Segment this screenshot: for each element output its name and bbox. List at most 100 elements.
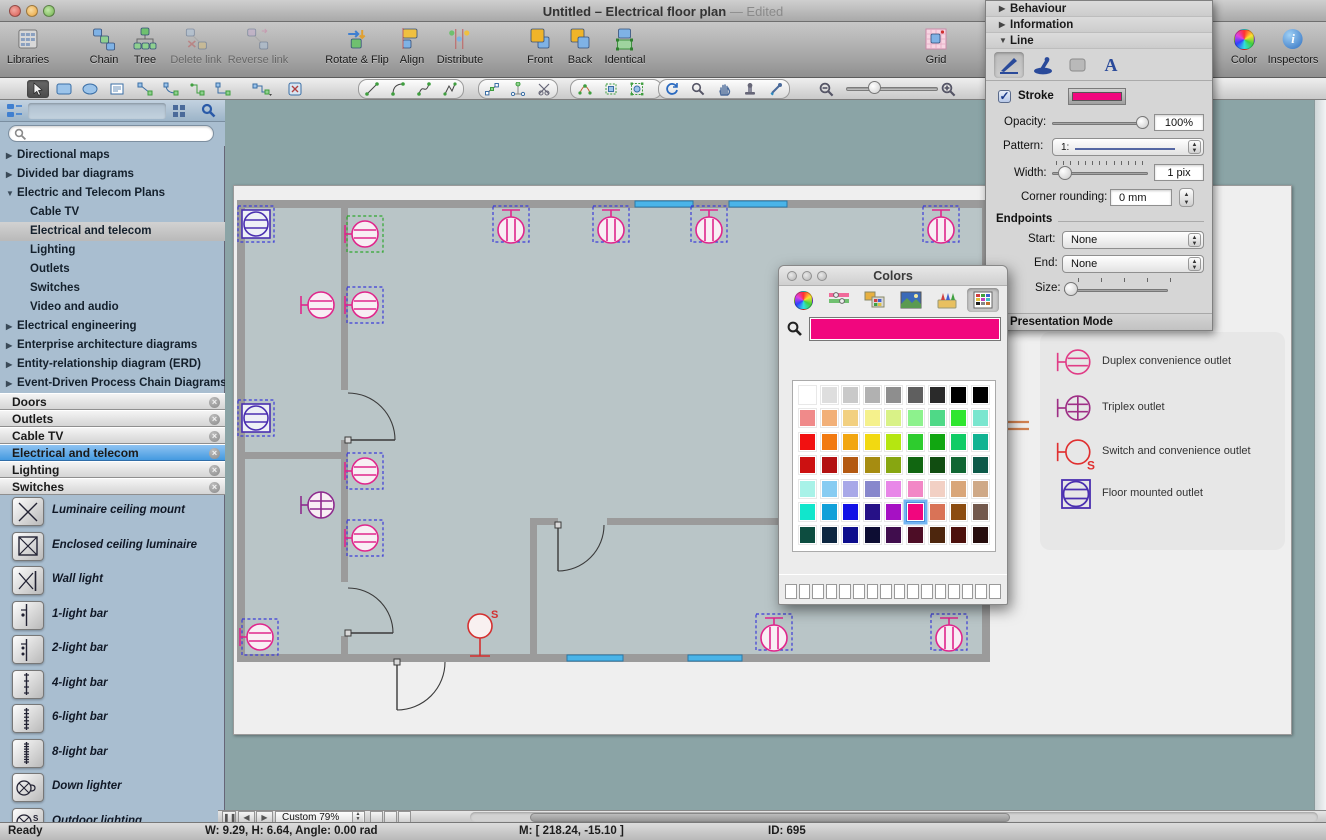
color-swatch-4d260d[interactable]	[928, 525, 947, 545]
size-slider[interactable]	[1064, 289, 1168, 292]
color-swatch-c9c9c9[interactable]	[841, 385, 860, 405]
plan-symbol-floor[interactable]	[238, 400, 274, 436]
color-swatch-f2d0c4[interactable]	[928, 479, 947, 499]
library-section-lighting[interactable]: Lighting×	[0, 461, 225, 478]
collapse-triangle-icon[interactable]: ▶	[6, 317, 17, 336]
tool-chain-connector[interactable]	[251, 80, 273, 98]
toolbar-button-rotate-flip[interactable]: Rotate & Flip	[325, 26, 389, 66]
corner-rounding-field[interactable]: 0 mm	[1110, 189, 1172, 206]
tool-pan[interactable]	[713, 80, 735, 98]
tool-direct-connector[interactable]	[134, 80, 156, 98]
wall[interactable]	[530, 518, 558, 525]
presentation-mode-bar[interactable]: ▶ Presentation Mode	[986, 313, 1212, 330]
color-swatch-f2d080[interactable]	[841, 408, 860, 428]
color-swatch-b35911[interactable]	[841, 455, 860, 475]
library-tree-item-video-and-audio[interactable]: Video and audio	[0, 298, 225, 317]
pattern-stepper[interactable]: ▲▼	[1188, 140, 1201, 154]
tool-select-group[interactable]	[626, 80, 648, 98]
color-swatch-261187[interactable]	[863, 502, 882, 522]
recent-color-cell[interactable]	[975, 584, 987, 599]
collapse-triangle-icon[interactable]: ▶	[6, 355, 17, 374]
window[interactable]	[635, 201, 693, 207]
magnifier-icon[interactable]	[787, 321, 803, 337]
corner-rounding-stepper[interactable]: ▲▼	[1179, 188, 1194, 207]
window[interactable]	[729, 201, 787, 207]
bar-8-icon[interactable]	[12, 739, 44, 768]
library-tree-item-entity-relationship-diagram-erd-[interactable]: ▶Entity-relationship diagram (ERD)	[0, 355, 225, 374]
color-swatch-000000[interactable]	[949, 385, 968, 405]
horizontal-scrollbar[interactable]	[470, 812, 1318, 822]
color-swatch-116611[interactable]	[906, 455, 925, 475]
color-swatch-cfa987[interactable]	[971, 479, 990, 499]
tool-bezier[interactable]	[413, 80, 435, 98]
library-symbol-8-light-bar[interactable]: 8-light bar	[0, 737, 225, 772]
tree-view-icon[interactable]	[6, 103, 24, 119]
inspector-section-information[interactable]: ▶ Information	[986, 17, 1212, 33]
color-swatch-e887e8[interactable]	[884, 479, 903, 499]
colors-dialog-titlebar[interactable]: Colors	[779, 266, 1007, 286]
wall[interactable]	[237, 452, 341, 459]
stroke-checkbox[interactable]: ✓	[998, 90, 1011, 103]
color-swatch-8787cc[interactable]	[863, 479, 882, 499]
color-swatch-a68c11[interactable]	[863, 455, 882, 475]
library-tree-item-electrical-and-telecom[interactable]: Electrical and telecom	[0, 222, 225, 241]
library-symbol-6-light-bar[interactable]: 6-light bar	[0, 702, 225, 737]
color-swatch-dedede[interactable]	[820, 385, 839, 405]
color-swatch-d9f287[interactable]	[884, 408, 903, 428]
color-swatch-400d4d[interactable]	[884, 525, 903, 545]
recent-color-cell[interactable]	[812, 584, 824, 599]
down-lighter-icon[interactable]	[12, 773, 44, 802]
library-tree-item-electrical-engineering[interactable]: ▶Electrical engineering	[0, 317, 225, 336]
color-swatch-87a611[interactable]	[884, 455, 903, 475]
color-swatch-73594d[interactable]	[971, 502, 990, 522]
recent-color-cell[interactable]	[948, 584, 960, 599]
toolbar-button-libraries[interactable]: Libraries	[7, 26, 49, 66]
tool-zoom-in[interactable]	[937, 80, 959, 98]
zoom-stepper[interactable]: ▲▼	[352, 812, 363, 822]
recent-color-cell[interactable]	[921, 584, 933, 599]
color-swatch-4fd987[interactable]	[928, 408, 947, 428]
recent-color-cell[interactable]	[894, 584, 906, 599]
color-swatch-4d0d26[interactable]	[906, 525, 925, 545]
recent-color-cell[interactable]	[839, 584, 851, 599]
library-section-outlets[interactable]: Outlets×	[0, 410, 225, 427]
color-swatch-ffffff[interactable]	[798, 385, 817, 405]
window[interactable]	[567, 655, 623, 661]
recent-color-cell[interactable]	[826, 584, 838, 599]
search-icon[interactable]	[201, 103, 216, 118]
color-swatch-7ae6cf[interactable]	[971, 408, 990, 428]
library-symbol-1-light-bar[interactable]: 1-light bar	[0, 599, 225, 634]
close-section-icon[interactable]: ×	[209, 465, 220, 476]
horizontal-scrollbar-thumb[interactable]	[530, 813, 1010, 822]
color-swatch-0d2640[interactable]	[820, 525, 839, 545]
outdoor-lighting-icon[interactable]: S	[12, 808, 44, 823]
selected-color-swatch[interactable]	[809, 317, 1001, 341]
tool-zoom-tool[interactable]	[687, 80, 709, 98]
recent-color-cell[interactable]	[867, 584, 879, 599]
color-swatch-b31111[interactable]	[820, 455, 839, 475]
library-symbol-4-light-bar[interactable]: 4-light bar	[0, 668, 225, 703]
library-section-doors[interactable]: Doors×	[0, 393, 225, 410]
color-swatch-f2d911[interactable]	[863, 432, 882, 452]
text-tool-button[interactable]: A	[1096, 52, 1126, 78]
size-slider-knob[interactable]	[1064, 282, 1078, 296]
tool-zoom-out[interactable]	[815, 80, 837, 98]
color-swatch-5f5f5f[interactable]	[906, 385, 925, 405]
recent-color-cell[interactable]	[962, 584, 974, 599]
stroke-color-well[interactable]	[1068, 88, 1126, 105]
library-symbol-outdoor-lighting[interactable]: SOutdoor lighting	[0, 806, 225, 823]
color-swatch-8df28d[interactable]	[906, 408, 925, 428]
bar-2-icon[interactable]	[12, 635, 44, 664]
color-swatch-2ecc2e[interactable]	[906, 432, 925, 452]
wall[interactable]	[530, 525, 537, 658]
tool-select[interactable]	[27, 80, 49, 98]
color-swatch-114d11[interactable]	[928, 455, 947, 475]
end-dropdown[interactable]: None ▲▼	[1062, 255, 1204, 273]
tool-smart-connector[interactable]	[160, 80, 182, 98]
library-tree-item-lighting[interactable]: Lighting	[0, 241, 225, 260]
library-symbol-luminaire-ceiling-mount[interactable]: Luminaire ceiling mount	[0, 495, 225, 530]
plan-symbol-floor[interactable]	[238, 206, 274, 242]
tool-text-block[interactable]	[106, 80, 128, 98]
collapse-triangle-icon[interactable]: ▶	[6, 336, 17, 355]
color-swatch-87ccf2[interactable]	[820, 479, 839, 499]
